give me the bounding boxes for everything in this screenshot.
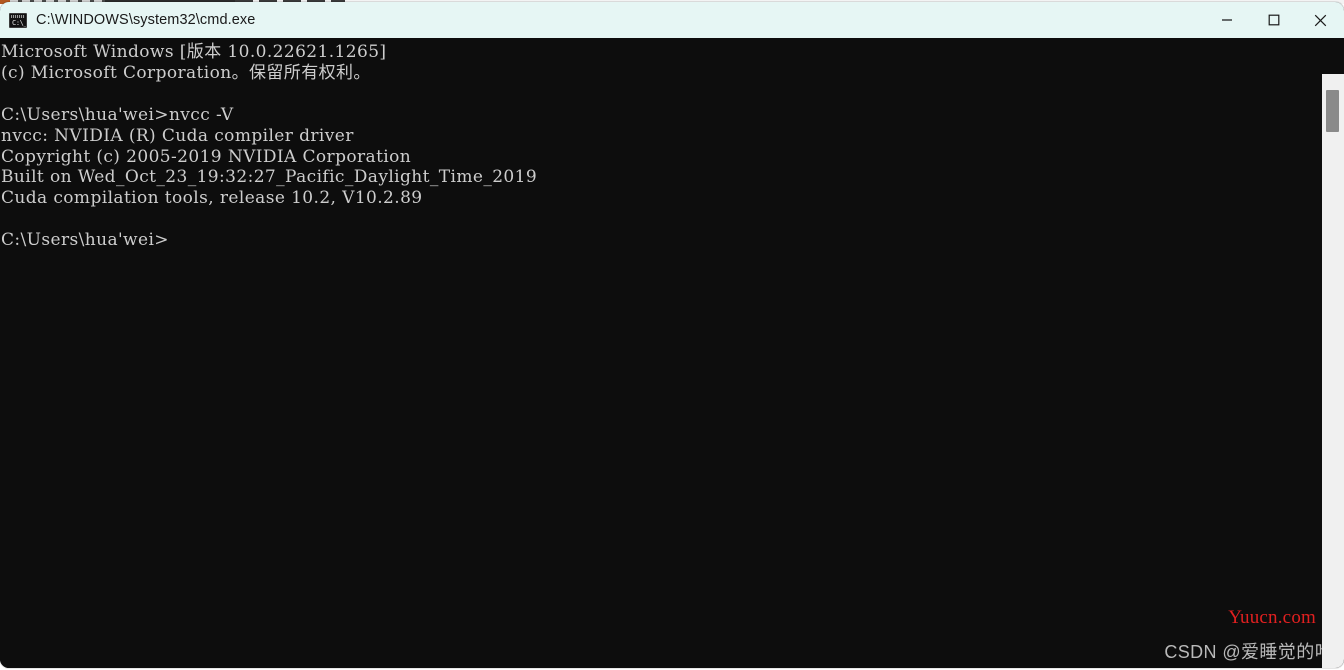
minimize-icon xyxy=(1221,19,1232,21)
console-text: Microsoft Windows [版本 10.0.22621.1265] (… xyxy=(1,42,538,251)
cmd-icon-prompt-glyph: C:\_ xyxy=(12,18,27,27)
author-watermark: CSDN @爱睡觉的咋 xyxy=(1164,642,1333,662)
maximize-icon xyxy=(1268,14,1279,26)
window-title: C:\WINDOWS\system32\cmd.exe xyxy=(36,12,256,28)
site-watermark: Yuucn.com xyxy=(1228,607,1316,628)
close-icon xyxy=(1314,14,1327,26)
maximize-button[interactable] xyxy=(1250,2,1297,38)
cmd-icon-titlebar-strip xyxy=(11,14,25,18)
window-controls xyxy=(1203,2,1344,38)
title-bar[interactable]: C:\_ C:\WINDOWS\system32\cmd.exe xyxy=(0,2,1344,38)
scrollbar-thumb[interactable] xyxy=(1326,90,1339,132)
vertical-scrollbar[interactable] xyxy=(1322,74,1344,668)
console-output-area[interactable]: Microsoft Windows [版本 10.0.22621.1265] (… xyxy=(0,38,1344,668)
close-button[interactable] xyxy=(1297,2,1344,38)
minimize-button[interactable] xyxy=(1203,2,1250,38)
cmd-console-icon: C:\_ xyxy=(9,12,27,28)
cmd-console-window: C:\_ C:\WINDOWS\system32\cmd.exe Microso… xyxy=(0,2,1344,668)
